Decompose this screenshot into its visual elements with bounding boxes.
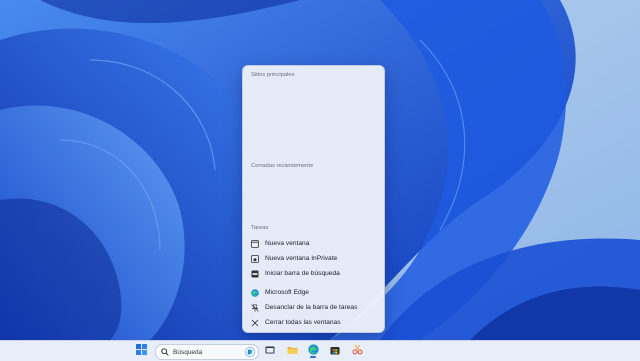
active-indicator [310, 356, 316, 358]
search-icon [161, 348, 169, 356]
file-explorer-button[interactable] [284, 344, 300, 358]
window-icon [250, 239, 259, 248]
start-button[interactable] [133, 344, 149, 358]
task-new-window[interactable]: Nueva ventana [247, 237, 380, 250]
file-explorer-icon [287, 342, 298, 360]
edge-icon [250, 288, 259, 297]
taskbar-search[interactable]: Búsqueda [155, 344, 259, 360]
recently-closed-header: Cerradas recientemente [251, 163, 314, 169]
unpin-from-taskbar[interactable]: Desanclar de la barra de tareas [247, 301, 380, 314]
store-icon [330, 342, 340, 360]
inprivate-icon [250, 254, 259, 263]
close-all-windows[interactable]: Cerrar todas las ventanas [247, 316, 380, 329]
app-action-label: Desanclar de la barra de tareas [265, 304, 358, 311]
search-placeholder: Búsqueda [173, 348, 203, 356]
task-label: Nueva ventana [265, 240, 310, 247]
task-view-icon [265, 342, 275, 360]
open-microsoft-edge[interactable]: Microsoft Edge [247, 286, 380, 299]
store-button[interactable] [327, 344, 343, 358]
start-icon [135, 342, 147, 360]
search-bar-icon [250, 269, 259, 278]
copilot-icon[interactable] [245, 347, 255, 357]
task-label: Nueva ventana InPrivate [265, 255, 338, 262]
tasks-header: Tareas [251, 225, 269, 231]
task-label: Iniciar barra de búsqueda [265, 270, 340, 277]
close-icon [250, 318, 259, 327]
edge-jump-list: Sitios principales Cerradas recientement… [242, 65, 385, 333]
pinned-sites-header: Sitios principales [251, 72, 295, 78]
task-view-button[interactable] [262, 344, 278, 358]
app-action-label: Cerrar todas las ventanas [265, 319, 341, 326]
unpin-icon [250, 303, 259, 312]
task-launch-search-bar[interactable]: Iniciar barra de búsqueda [247, 267, 380, 280]
task-new-inprivate-window[interactable]: Nueva ventana InPrivate [247, 252, 380, 265]
app-action-label: Microsoft Edge [265, 289, 309, 296]
taskbar: Búsqueda [0, 340, 640, 361]
snipping-tool-icon [352, 342, 363, 360]
edge-taskbar-button[interactable] [305, 344, 321, 358]
snipping-tool-button[interactable] [349, 344, 365, 358]
